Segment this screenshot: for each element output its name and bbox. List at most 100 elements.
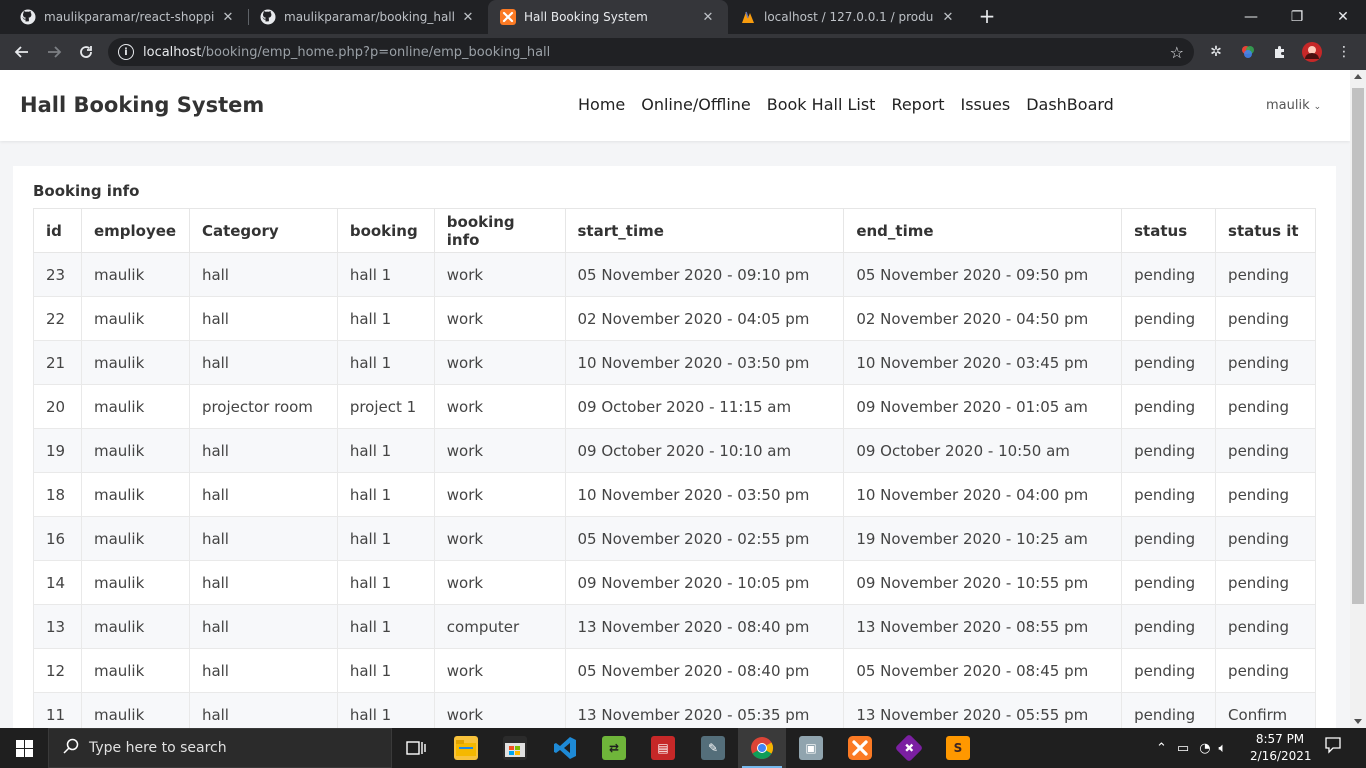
- table-cell: 10 November 2020 - 03:45 pm: [843, 340, 1123, 385]
- table-cell: work: [433, 252, 566, 297]
- browser-menu-icon[interactable]: ⋮: [1334, 42, 1354, 62]
- table-cell: work: [433, 692, 566, 728]
- extensions-puzzle-icon[interactable]: [1270, 42, 1290, 62]
- site-info-icon[interactable]: i: [118, 44, 134, 60]
- tab-title: Hall Booking System: [524, 10, 648, 24]
- close-tab-icon[interactable]: ✕: [940, 9, 956, 25]
- file-explorer-icon[interactable]: [442, 728, 490, 768]
- color-picker-extension-icon[interactable]: [1238, 42, 1258, 62]
- xampp-taskbar-icon[interactable]: [836, 728, 884, 768]
- new-tab-button[interactable]: +: [976, 6, 998, 28]
- search-icon: [63, 738, 79, 758]
- close-tab-icon[interactable]: ✕: [700, 9, 716, 25]
- vscode-icon[interactable]: [541, 728, 589, 768]
- forward-button[interactable]: [40, 38, 68, 66]
- table-cell: maulik: [80, 560, 190, 605]
- xampp-icon: [500, 9, 516, 25]
- extension-gear-icon[interactable]: ✲: [1206, 42, 1226, 62]
- table-cell: maulik: [80, 252, 190, 297]
- browser-tab-2[interactable]: maulikparamar/booking_hall: php ✕: [248, 0, 488, 34]
- table-cell: Confirm: [1215, 692, 1316, 728]
- address-bar[interactable]: i localhost/booking/emp_home.php?p=onlin…: [108, 38, 1194, 66]
- table-cell: maulik: [80, 516, 190, 561]
- nav-home[interactable]: Home: [570, 95, 633, 114]
- column-header: status it: [1215, 208, 1316, 253]
- user-menu[interactable]: maulik ⌄: [1266, 98, 1321, 113]
- table-cell: hall: [188, 692, 338, 728]
- taskbar-search-box[interactable]: Type here to search: [48, 728, 392, 768]
- table-cell: 05 November 2020 - 09:10 pm: [564, 252, 845, 297]
- close-window-button[interactable]: ✕: [1320, 0, 1366, 34]
- nav-online-offline[interactable]: Online/Offline: [633, 95, 759, 114]
- battery-icon[interactable]: ▭: [1177, 741, 1189, 756]
- site-navbar: Hall Booking System Home Online/Offline …: [0, 70, 1350, 141]
- sync-app-icon[interactable]: ⇄: [590, 728, 638, 768]
- page-scrollbar[interactable]: [1350, 70, 1366, 728]
- table-cell: maulik: [80, 604, 190, 649]
- nav-book-hall-list[interactable]: Book Hall List: [759, 95, 884, 114]
- user-name: maulik: [1266, 98, 1310, 113]
- browser-tab-1[interactable]: maulikparamar/react-shopping-b ✕: [8, 0, 248, 34]
- column-header: booking info: [433, 208, 566, 253]
- restore-button[interactable]: ❐: [1274, 0, 1320, 34]
- scroll-down-arrow[interactable]: [1354, 719, 1362, 724]
- table-cell: 05 November 2020 - 08:40 pm: [564, 648, 845, 693]
- table-cell: pending: [1215, 296, 1316, 341]
- scroll-up-arrow[interactable]: [1354, 74, 1362, 79]
- chevron-up-icon[interactable]: ⌃: [1156, 741, 1167, 756]
- bookmark-star-icon[interactable]: ☆: [1170, 43, 1184, 62]
- table-cell: 16: [33, 516, 82, 561]
- table-cell: pending: [1121, 472, 1217, 517]
- close-tab-icon[interactable]: ✕: [460, 9, 476, 25]
- table-cell: 12: [33, 648, 82, 693]
- phpmyadmin-icon: [740, 9, 756, 25]
- minimize-button[interactable]: —: [1228, 0, 1274, 34]
- tab-title: maulikparamar/react-shopping-b: [44, 10, 214, 24]
- table-cell: 19: [33, 428, 82, 473]
- browser-tab-4[interactable]: localhost / 127.0.0.1 / product / r ✕: [728, 0, 968, 34]
- close-tab-icon[interactable]: ✕: [220, 9, 236, 25]
- notification-icon[interactable]: [1320, 736, 1346, 760]
- paint-app-icon[interactable]: ✎: [689, 728, 737, 768]
- table-cell: 13 November 2020 - 08:40 pm: [564, 604, 845, 649]
- reload-button[interactable]: [72, 38, 100, 66]
- github-icon: [20, 9, 36, 25]
- browser-tab-strip: maulikparamar/react-shopping-b ✕ maulikp…: [0, 0, 1366, 34]
- chrome-icon[interactable]: [738, 728, 786, 768]
- taskbar-clock[interactable]: 8:57 PM 2/16/2021: [1250, 731, 1312, 765]
- table-cell: maulik: [80, 340, 190, 385]
- nav-report[interactable]: Report: [883, 95, 952, 114]
- store-icon[interactable]: [491, 728, 539, 768]
- scrollbar-thumb[interactable]: [1352, 88, 1364, 604]
- wifi-icon[interactable]: ◔: [1199, 741, 1210, 756]
- table-cell: hall 1: [336, 296, 435, 341]
- table-cell: project 1: [336, 384, 435, 429]
- browser-tab-active[interactable]: Hall Booking System ✕: [488, 0, 728, 34]
- table-row: 13 maulik hall hall 1 computer 13 November 20…: [33, 604, 1316, 649]
- tab-title: maulikparamar/booking_hall: php: [284, 10, 454, 24]
- table-cell: hall: [188, 428, 338, 473]
- table-cell: 09 November 2020 - 10:55 pm: [843, 560, 1123, 605]
- table-cell: maulik: [80, 648, 190, 693]
- volume-icon[interactable]: 🔈︎: [1219, 741, 1227, 756]
- back-button[interactable]: [8, 38, 36, 66]
- github-icon: [260, 9, 276, 25]
- table-cell: pending: [1215, 252, 1316, 297]
- table-cell: 23: [33, 252, 82, 297]
- remote-desktop-icon[interactable]: ▣: [787, 728, 835, 768]
- table-cell: 02 November 2020 - 04:05 pm: [564, 296, 845, 341]
- sublime-text-icon[interactable]: S: [934, 728, 982, 768]
- table-cell: pending: [1121, 516, 1217, 561]
- start-button[interactable]: [0, 728, 48, 768]
- main-menu: Home Online/Offline Book Hall List Repor…: [570, 95, 1122, 114]
- nav-issues[interactable]: Issues: [952, 95, 1018, 114]
- site-brand[interactable]: Hall Booking System: [20, 93, 264, 117]
- profile-avatar[interactable]: [1302, 42, 1322, 62]
- toolbox-app-icon[interactable]: ▤: [639, 728, 687, 768]
- nav-dashboard[interactable]: DashBoard: [1018, 95, 1122, 114]
- git-app-icon[interactable]: ✚: [885, 728, 933, 768]
- table-cell: pending: [1121, 648, 1217, 693]
- card-title: Booking info: [33, 182, 140, 200]
- task-view-icon[interactable]: [392, 728, 440, 768]
- table-cell: pending: [1121, 428, 1217, 473]
